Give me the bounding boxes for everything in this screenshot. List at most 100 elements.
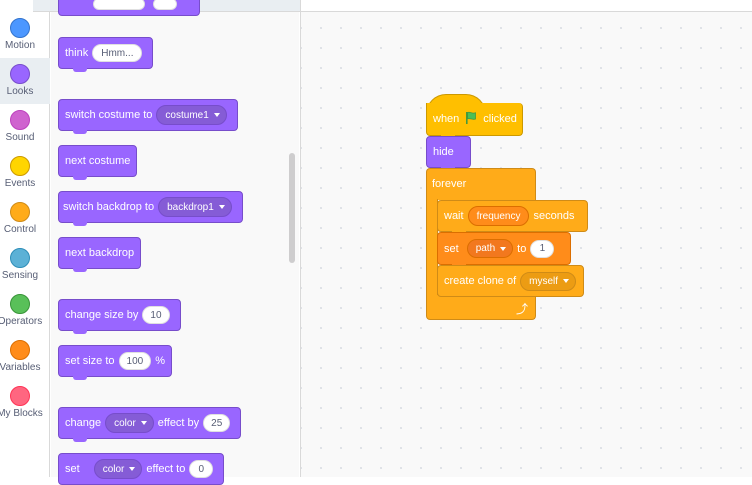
set-size-block[interactable]: set size to 100 %	[58, 345, 172, 380]
switch-backdrop-block[interactable]: switch backdrop to backdrop1	[58, 191, 243, 226]
effect-dropdown[interactable]: color	[105, 413, 154, 433]
partial-input[interactable]	[153, 0, 177, 10]
dropdown-value: path	[475, 243, 496, 254]
size-change-input[interactable]: 10	[142, 306, 170, 324]
block-label: switch backdrop to	[63, 201, 155, 213]
create-clone-block[interactable]: create clone of myself	[437, 265, 584, 297]
block-label: set	[444, 242, 459, 255]
category-label: My Blocks	[0, 408, 43, 419]
category-menu: Motion Looks Sound Events Control Sensin…	[0, 0, 50, 477]
clone-target-dropdown[interactable]: myself	[520, 271, 577, 291]
variable-dropdown[interactable]: path	[466, 239, 514, 258]
block-label: think	[65, 47, 89, 59]
category-label: Motion	[4, 40, 35, 51]
block-bump	[73, 175, 87, 180]
my-blocks-dot-icon	[10, 386, 30, 406]
dropdown-value: myself	[529, 275, 559, 287]
effect-set-input[interactable]: 0	[189, 460, 214, 478]
dropdown-value: color	[102, 463, 125, 475]
block-label: hide	[433, 146, 454, 158]
next-backdrop-block[interactable]: next backdrop	[58, 237, 142, 272]
effect-change-input[interactable]: 25	[203, 414, 231, 432]
category-events[interactable]: Events	[0, 150, 50, 196]
block-label: change	[65, 417, 102, 429]
events-dot-icon	[10, 156, 30, 176]
sensing-dot-icon	[10, 248, 30, 268]
motion-dot-icon	[10, 18, 30, 38]
block-bump	[73, 375, 87, 380]
chevron-down-icon	[218, 205, 225, 209]
chevron-down-icon	[500, 246, 507, 251]
category-looks[interactable]: Looks	[0, 58, 50, 104]
category-label: Sound	[5, 132, 35, 143]
green-flag-icon	[464, 111, 478, 128]
category-sound[interactable]: Sound	[0, 104, 50, 150]
hide-block[interactable]: hide	[426, 136, 471, 171]
change-effect-block[interactable]: change color effect by 25	[58, 407, 242, 442]
block-label: next costume	[65, 155, 131, 167]
set-effect-block[interactable]: set color effect to 0	[58, 453, 225, 485]
category-label: Variables	[0, 362, 41, 373]
change-size-block[interactable]: change size by 10	[58, 299, 181, 334]
block-label: change size by	[65, 309, 139, 321]
switch-costume-block[interactable]: switch costume to costume1	[58, 99, 238, 134]
block-bump	[73, 329, 87, 334]
category-my-blocks[interactable]: My Blocks	[0, 380, 50, 426]
set-variable-block[interactable]: set path to 1	[437, 232, 571, 268]
chevron-down-icon	[129, 467, 136, 471]
block-label: wait	[444, 210, 464, 222]
block-label: when	[433, 113, 460, 125]
dropdown-value: backdrop1	[167, 201, 214, 213]
workspace-top-bar	[301, 0, 752, 12]
category-motion[interactable]: Motion	[0, 12, 50, 58]
frequency-reporter[interactable]: frequency	[467, 206, 530, 226]
backdrop-dropdown[interactable]: backdrop1	[158, 197, 232, 217]
category-sensing[interactable]: Sensing	[0, 242, 50, 288]
partial-looks-block[interactable]	[58, 0, 200, 16]
block-label: set size to	[65, 355, 115, 367]
costume-dropdown[interactable]: costume1	[156, 105, 227, 125]
category-label: Operators	[0, 316, 43, 327]
when-flag-clicked-block[interactable]: when clicked	[426, 103, 523, 139]
block-bump	[73, 221, 87, 226]
chevron-down-icon	[563, 279, 570, 283]
effect-dropdown[interactable]: color	[93, 459, 143, 479]
percent-label: %	[155, 355, 165, 367]
operators-dot-icon	[10, 294, 30, 314]
category-label: Sensing	[1, 270, 39, 281]
category-variables[interactable]: Variables	[0, 334, 50, 380]
block-label: forever	[432, 178, 467, 190]
block-label: effect to	[146, 463, 186, 475]
category-label: Looks	[6, 86, 34, 97]
category-control[interactable]: Control	[0, 196, 50, 242]
chevron-down-icon	[140, 421, 147, 425]
chevron-down-icon	[213, 113, 220, 117]
block-label: seconds	[533, 210, 575, 222]
variables-dot-icon	[10, 340, 30, 360]
looks-dot-icon	[10, 64, 30, 84]
category-label: Control	[3, 224, 37, 235]
block-bump	[73, 67, 87, 72]
palette-scrollbar[interactable]	[289, 153, 295, 263]
size-input[interactable]: 100	[118, 352, 152, 370]
block-label: create clone of	[444, 275, 517, 287]
value-input[interactable]: 1	[530, 239, 555, 258]
category-label: Events	[4, 178, 36, 189]
category-operators[interactable]: Operators	[0, 288, 50, 334]
wait-block[interactable]: wait frequency seconds	[437, 200, 588, 235]
think-block[interactable]: think Hmm...	[58, 37, 154, 72]
block-label: to	[517, 242, 527, 255]
block-label: effect by	[157, 417, 200, 429]
think-input[interactable]: Hmm...	[92, 44, 143, 62]
block-label: next backdrop	[65, 247, 135, 259]
block-bump	[73, 267, 87, 272]
partial-input[interactable]	[93, 0, 145, 10]
loop-arrow-icon: ⤴	[516, 302, 529, 316]
dropdown-value: costume1	[165, 109, 209, 121]
block-bump	[73, 437, 87, 442]
dropdown-value: color	[114, 417, 136, 429]
block-label: set	[65, 463, 80, 475]
next-costume-block[interactable]: next costume	[58, 145, 138, 180]
sound-dot-icon	[10, 110, 30, 130]
control-dot-icon	[10, 202, 30, 222]
